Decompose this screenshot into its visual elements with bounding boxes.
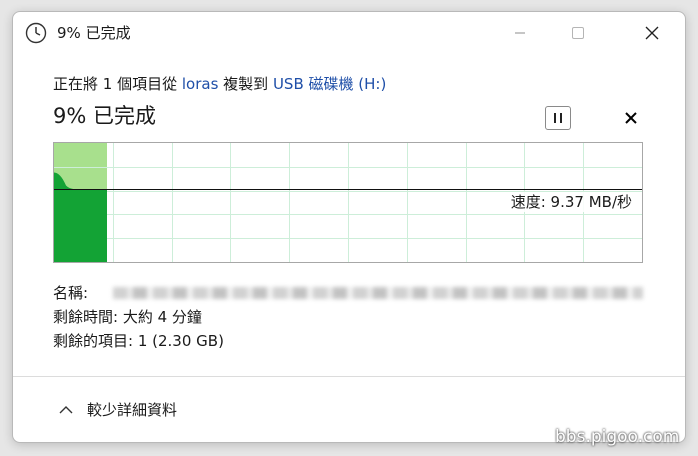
minimize-icon: [515, 32, 525, 34]
remaining-time-value: 大約 4 分鐘: [122, 308, 202, 326]
close-icon: [625, 112, 637, 124]
maximize-icon: [572, 27, 584, 39]
fewer-details-label: 較少詳細資料: [87, 401, 178, 419]
remaining-time-row: 剩餘時間: 大約 4 分鐘: [53, 307, 202, 327]
remaining-time-label: 剩餘時間:: [53, 308, 123, 326]
file-name-value-blurred: [113, 287, 643, 299]
remaining-items-row: 剩餘的項目: 1 (2.30 GB): [53, 331, 224, 351]
title-bar[interactable]: 9% 已完成: [13, 12, 685, 54]
close-window-button[interactable]: [619, 12, 685, 54]
file-name-row: 名稱:: [53, 283, 88, 303]
source-folder-link[interactable]: loras: [182, 75, 219, 93]
chevron-up-icon: [59, 406, 73, 414]
minimize-button[interactable]: [491, 12, 549, 54]
copy-prefix-text: 正在將 1 個項目從: [53, 75, 182, 93]
maximize-button[interactable]: [549, 12, 607, 54]
pause-icon: [554, 113, 562, 123]
window-title: 9% 已完成: [57, 24, 131, 42]
footer-divider: [13, 376, 685, 377]
copy-middle-text: 複製到: [218, 75, 273, 93]
copy-description: 正在將 1 個項目從 loras 複製到 USB 磁碟機 (H:): [53, 74, 386, 94]
remaining-items-label: 剩餘的項目:: [53, 332, 138, 350]
speed-label: 速度: 9.37 MB/秒: [508, 192, 634, 212]
pause-button[interactable]: [545, 106, 571, 130]
clock-icon: [25, 22, 47, 44]
close-icon: [645, 26, 659, 40]
watermark-text: bbs.pigoo.com: [555, 427, 680, 447]
progress-status: 9% 已完成: [53, 104, 156, 128]
speed-graph: 速度: 9.37 MB/秒: [53, 142, 643, 263]
file-name-label: 名稱:: [53, 284, 89, 302]
remaining-items-value: 1 (2.30 GB): [137, 332, 224, 350]
destination-drive-link[interactable]: USB 磁碟機 (H:): [273, 75, 386, 93]
copy-progress-dialog: 9% 已完成 正在將 1 個項目從 loras 複製到 USB 磁碟機 (H:)…: [12, 11, 686, 443]
fewer-details-toggle[interactable]: 較少詳細資料: [59, 400, 177, 420]
cancel-copy-button[interactable]: [619, 106, 643, 130]
